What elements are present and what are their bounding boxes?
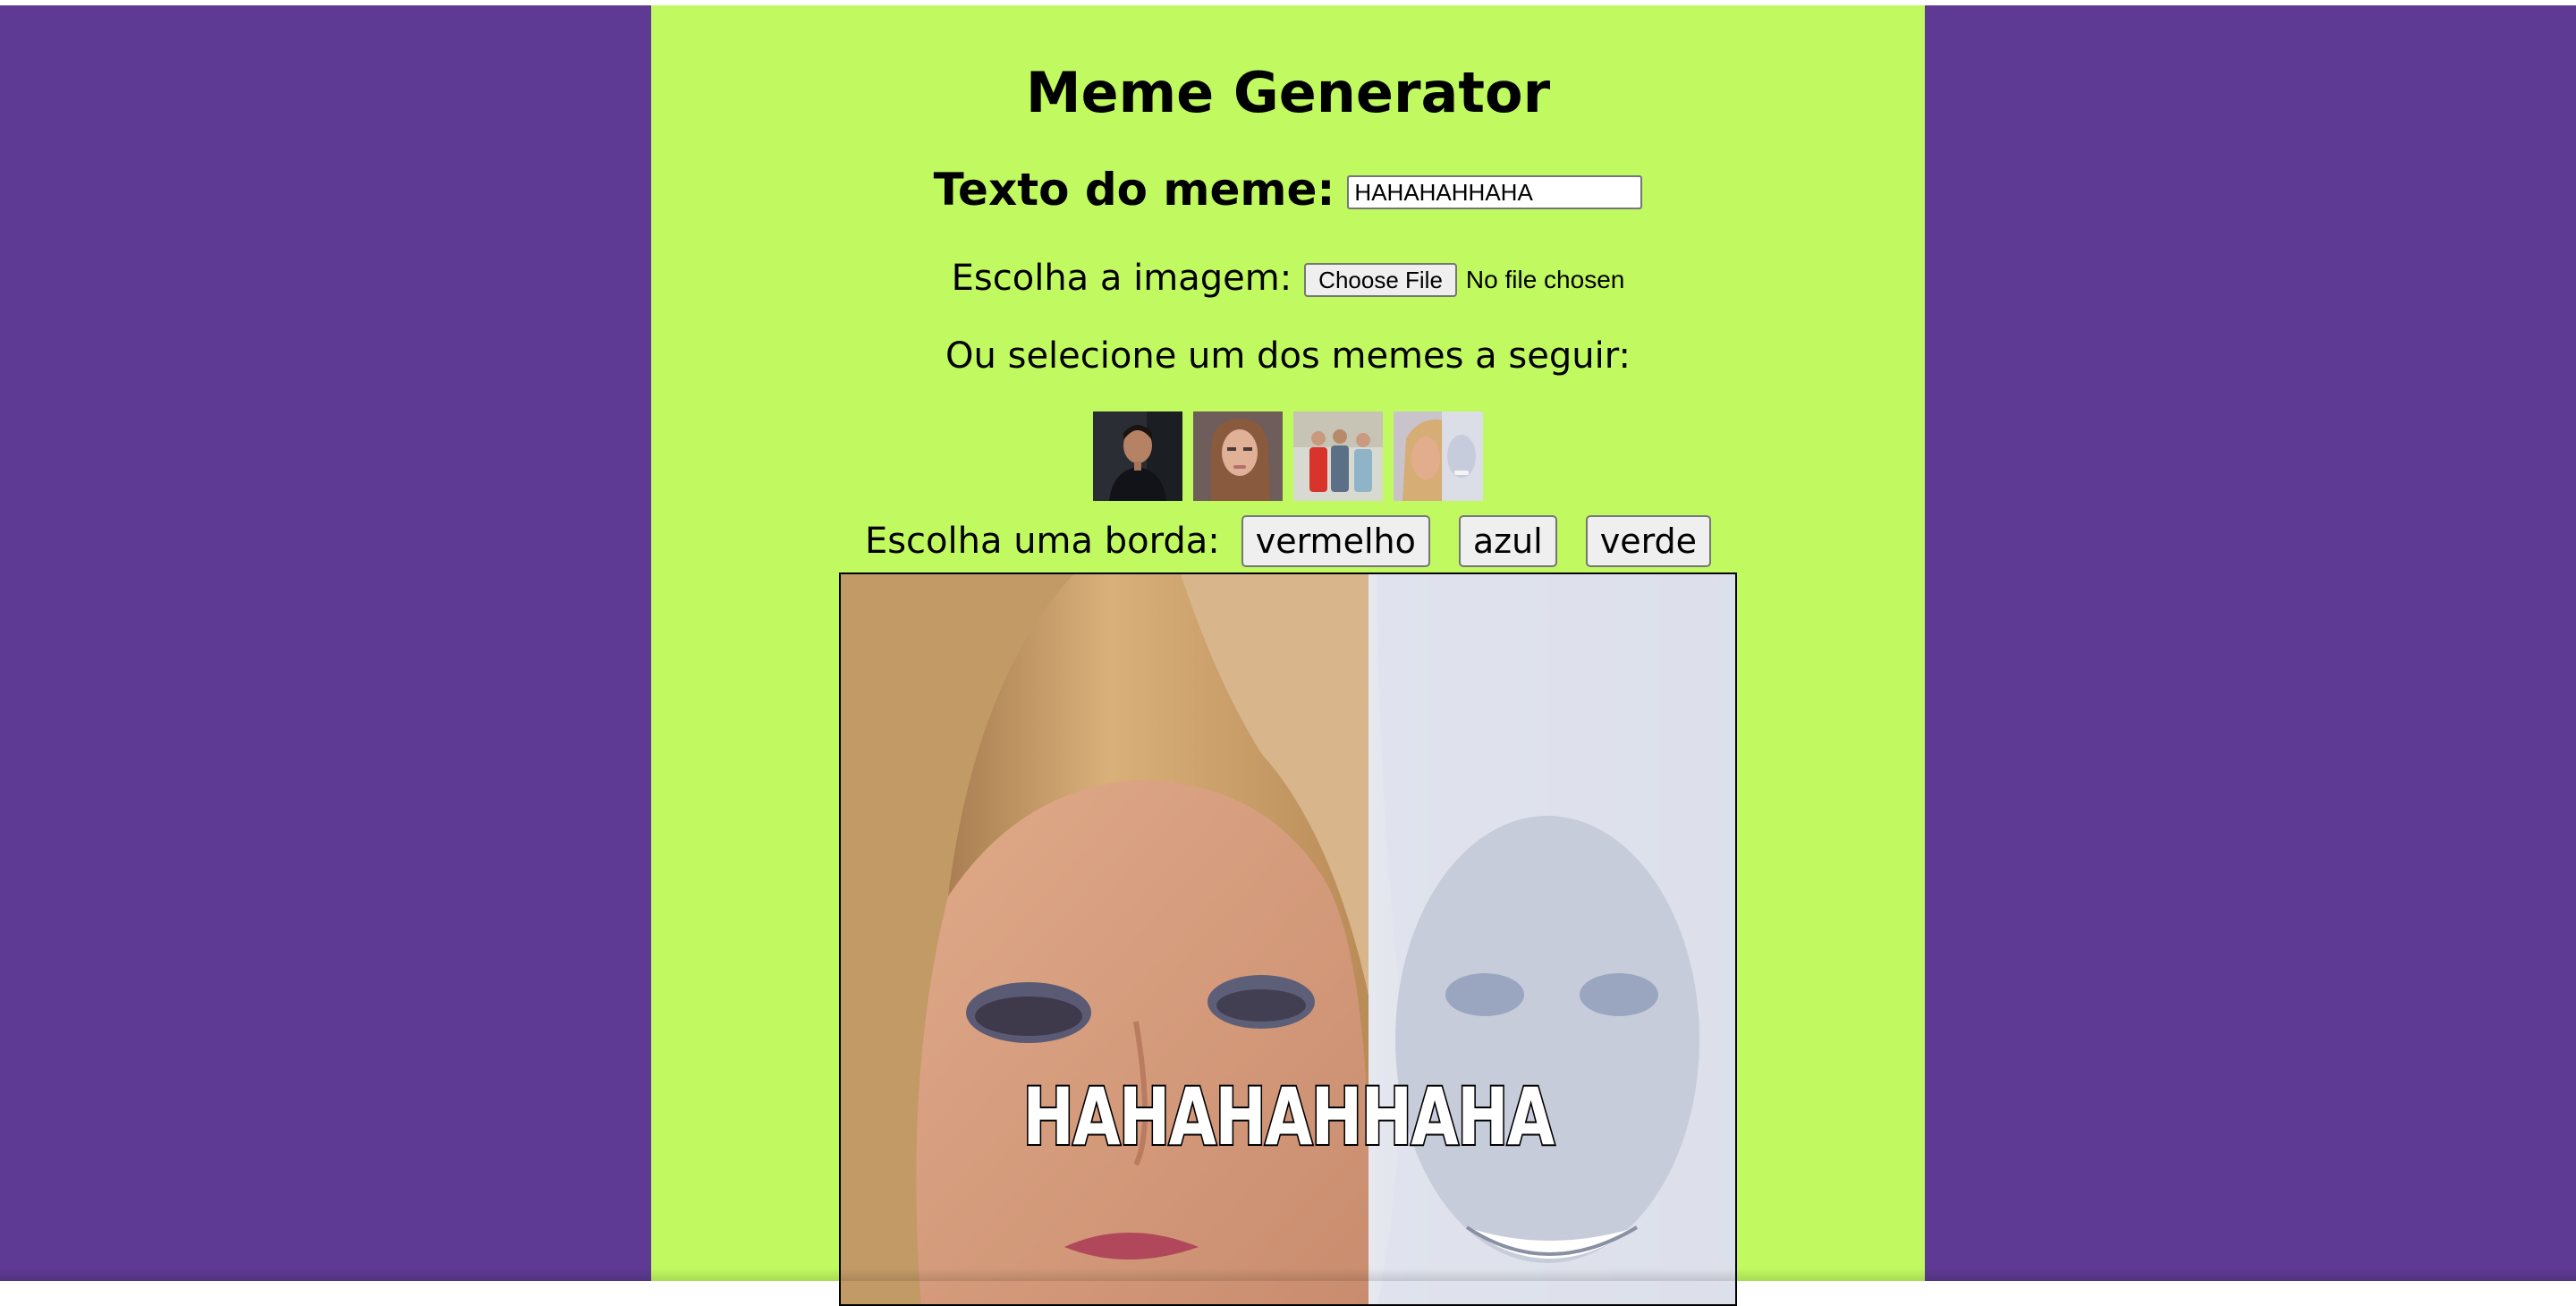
meme-preview: HAHAHAHHAHA <box>839 572 1737 1306</box>
meme-image <box>841 574 1735 1304</box>
meme-thumb-woman-brown[interactable] <box>1193 411 1283 501</box>
border-blue-button[interactable]: azul <box>1458 515 1557 567</box>
page-background: Meme Generator Texto do meme: Escolha a … <box>0 5 2576 1306</box>
file-status-text: No file chosen <box>1465 266 1625 293</box>
select-meme-label: Ou selecione um dos memes a seguir: <box>945 335 1631 377</box>
meme-thumb-man-dark[interactable] <box>1093 411 1182 501</box>
meme-thumb-group[interactable] <box>1293 411 1383 501</box>
meme-text-row: Texto do meme: <box>651 161 1925 218</box>
meme-text-label: Texto do meme: <box>933 164 1335 216</box>
meme-caption: HAHAHAHHAHA <box>1021 1069 1556 1165</box>
page-title: Meme Generator <box>1025 60 1551 125</box>
border-selector-row: Escolha uma borda: vermelho azul verde <box>651 515 1925 567</box>
meme-thumbnails <box>651 411 1925 501</box>
choose-file-button[interactable]: Choose File <box>1304 263 1457 297</box>
meme-thumb-blonde-laugh[interactable] <box>1394 411 1483 501</box>
meme-text-input[interactable] <box>1347 175 1643 209</box>
image-upload-label: Escolha a imagem: <box>951 258 1292 299</box>
border-red-button[interactable]: vermelho <box>1241 515 1430 567</box>
border-green-button[interactable]: verde <box>1585 515 1712 567</box>
content-panel: Meme Generator Texto do meme: Escolha a … <box>651 5 1925 1306</box>
border-label: Escolha uma borda: <box>864 521 1220 562</box>
image-upload-row: Escolha a imagem: Choose File No file ch… <box>651 254 1925 302</box>
